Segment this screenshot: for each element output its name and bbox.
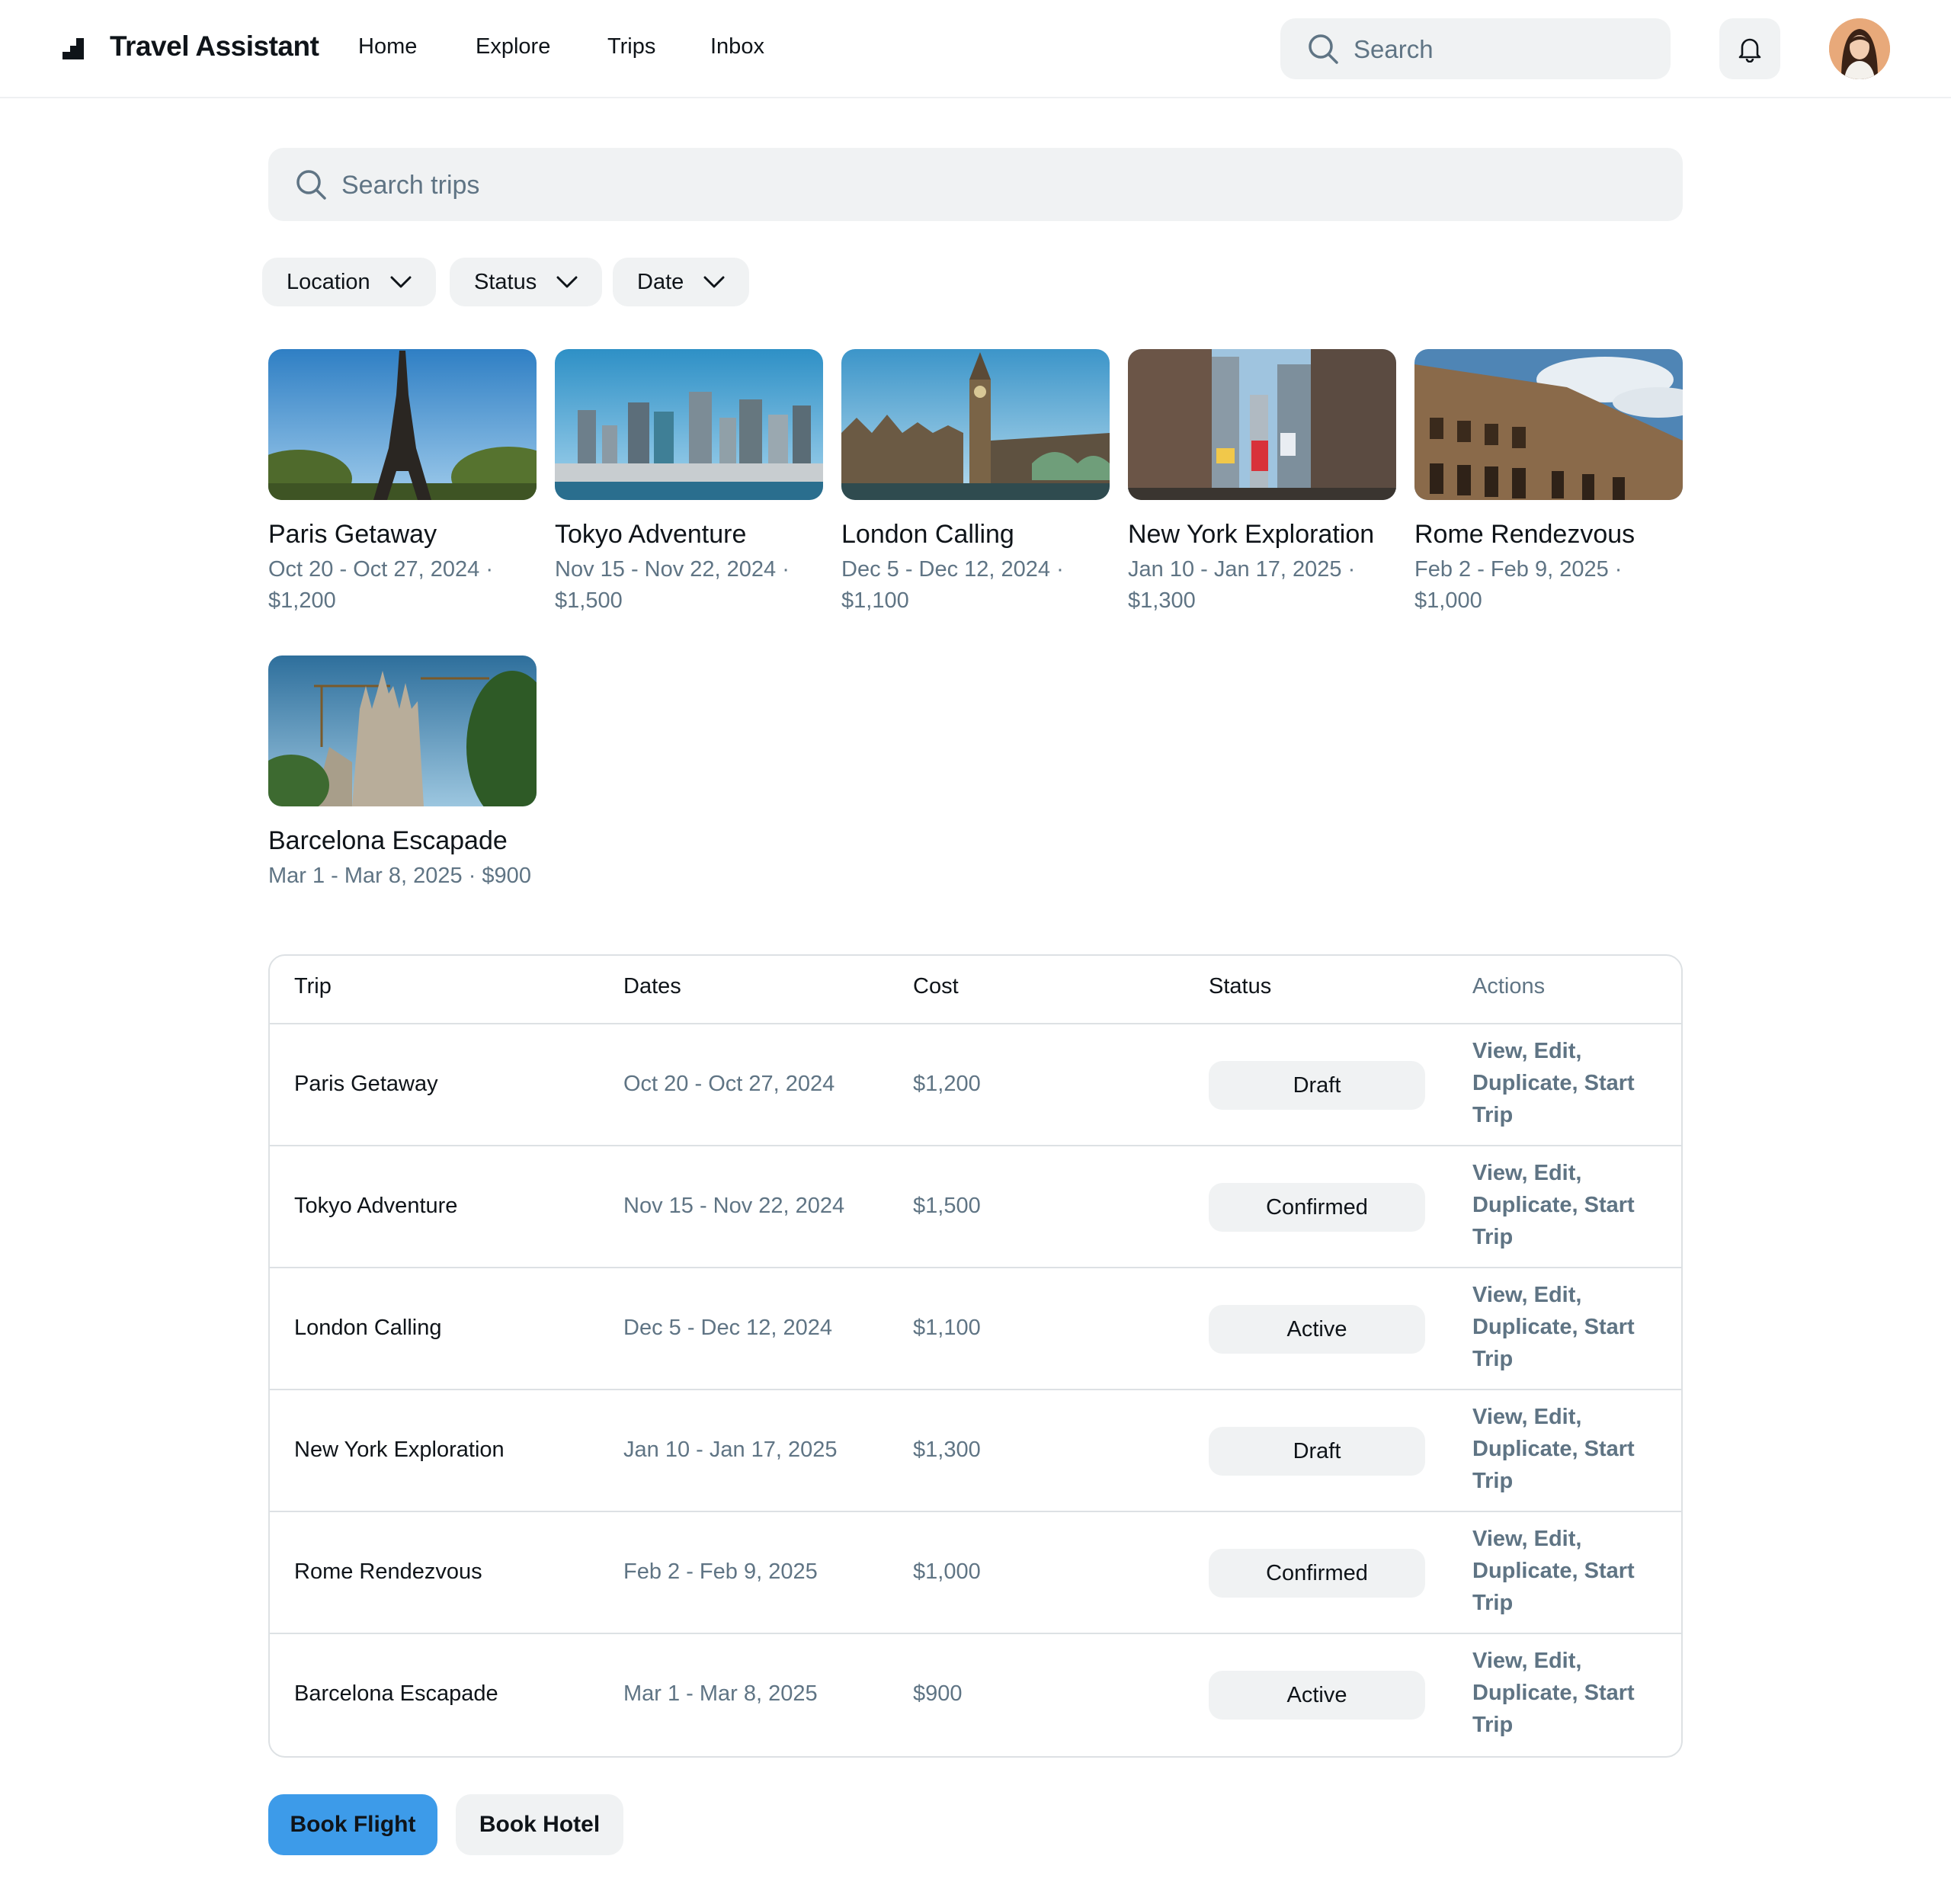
trip-card-meta: Oct 20 - Oct 27, 2024 · $1,200 — [268, 557, 493, 613]
trip-card-london[interactable]: London Calling Dec 5 - Dec 12, 2024 · $1… — [841, 349, 1110, 617]
status-badge: Confirmed — [1209, 1183, 1425, 1232]
trip-card-meta: Feb 2 - Feb 9, 2025 · $1,000 — [1414, 557, 1623, 613]
status-badge: Draft — [1209, 1427, 1425, 1476]
cell-cost: $1,300 — [913, 1438, 981, 1462]
trip-card-title: Paris Getaway — [268, 520, 437, 549]
row-actions-link[interactable]: View, Edit, Duplicate, Start Trip — [1472, 1157, 1655, 1253]
trip-card-paris[interactable]: Paris Getaway Oct 20 - Oct 27, 2024 · $1… — [268, 349, 537, 617]
row-actions-link[interactable]: View, Edit, Duplicate, Start Trip — [1472, 1645, 1655, 1741]
cell-trip: Tokyo Adventure — [294, 1194, 458, 1218]
trip-card-title: Tokyo Adventure — [555, 520, 747, 549]
status-badge: Confirmed — [1209, 1549, 1425, 1598]
trip-image-barcelona — [268, 656, 537, 806]
column-header-trip: Trip — [294, 974, 332, 998]
top-navigation-bar: Travel Assistant Home Explore Trips Inbo… — [0, 0, 1951, 98]
trip-card-meta: Mar 1 - Mar 8, 2025 · $900 — [268, 864, 531, 888]
avatar[interactable] — [1829, 18, 1890, 79]
trip-search-input[interactable]: Search trips — [268, 148, 1683, 221]
cell-dates: Mar 1 - Mar 8, 2025 — [623, 1681, 818, 1706]
table-row[interactable]: Tokyo Adventure Nov 15 - Nov 22, 2024 $1… — [270, 1146, 1681, 1268]
nav-link-explore[interactable]: Explore — [476, 34, 550, 59]
filter-location[interactable]: Location — [262, 258, 436, 306]
column-header-status: Status — [1209, 974, 1272, 998]
nav-link-home[interactable]: Home — [358, 34, 417, 59]
chevron-down-icon — [390, 276, 412, 288]
cell-trip: Barcelona Escapade — [294, 1681, 498, 1706]
trip-card-title: Rome Rendezvous — [1414, 520, 1635, 549]
trip-card-title: Barcelona Escapade — [268, 826, 508, 855]
column-header-actions: Actions — [1472, 974, 1546, 998]
header-search-placeholder: Search — [1354, 35, 1434, 63]
filter-label: Location — [287, 269, 370, 294]
filter-status[interactable]: Status — [450, 258, 603, 306]
nav-link-inbox[interactable]: Inbox — [710, 34, 764, 59]
search-icon — [296, 170, 326, 200]
book-hotel-button[interactable]: Book Hotel — [456, 1794, 623, 1855]
column-header-cost: Cost — [913, 974, 959, 998]
cell-trip: London Calling — [294, 1316, 442, 1340]
trip-card-new-york[interactable]: New York Exploration Jan 10 - Jan 17, 20… — [1128, 349, 1396, 617]
trip-card-meta: Jan 10 - Jan 17, 2025 · $1,300 — [1128, 557, 1356, 613]
cell-dates: Oct 20 - Oct 27, 2024 — [623, 1072, 835, 1096]
cell-dates: Dec 5 - Dec 12, 2024 — [623, 1316, 833, 1340]
cell-dates: Jan 10 - Jan 17, 2025 — [623, 1438, 838, 1462]
chevron-down-icon — [556, 276, 578, 288]
status-badge: Active — [1209, 1305, 1425, 1354]
cell-dates: Feb 2 - Feb 9, 2025 — [623, 1559, 818, 1584]
chevron-down-icon — [703, 276, 725, 288]
trip-card-rome[interactable]: Rome Rendezvous Feb 2 - Feb 9, 2025 · $1… — [1414, 349, 1683, 617]
trip-card-meta: Nov 15 - Nov 22, 2024 · $1,500 — [555, 557, 790, 613]
cell-cost: $900 — [913, 1681, 963, 1706]
trip-image-new-york — [1128, 349, 1396, 500]
notifications-button[interactable] — [1719, 18, 1780, 79]
cell-trip: Paris Getaway — [294, 1072, 438, 1096]
cell-cost: $1,500 — [913, 1194, 981, 1218]
app-title[interactable]: Travel Assistant — [110, 30, 319, 63]
logo-icon[interactable] — [61, 37, 85, 61]
trips-table: Trip Dates Cost Status Actions Paris Get… — [268, 954, 1683, 1758]
table-row[interactable]: Paris Getaway Oct 20 - Oct 27, 2024 $1,2… — [270, 1024, 1681, 1146]
filter-date[interactable]: Date — [613, 258, 750, 306]
table-row[interactable]: Rome Rendezvous Feb 2 - Feb 9, 2025 $1,0… — [270, 1512, 1681, 1634]
table-row[interactable]: New York Exploration Jan 10 - Jan 17, 20… — [270, 1390, 1681, 1512]
status-badge: Draft — [1209, 1061, 1425, 1110]
row-actions-link[interactable]: View, Edit, Duplicate, Start Trip — [1472, 1523, 1655, 1619]
trip-search-placeholder: Search trips — [341, 171, 480, 200]
cell-trip: New York Exploration — [294, 1438, 505, 1462]
cell-cost: $1,000 — [913, 1559, 981, 1584]
table-row[interactable]: London Calling Dec 5 - Dec 12, 2024 $1,1… — [270, 1268, 1681, 1390]
book-flight-button[interactable]: Book Flight — [268, 1794, 437, 1855]
column-header-dates: Dates — [623, 974, 681, 998]
trip-card-meta: Dec 5 - Dec 12, 2024 · $1,100 — [841, 557, 1064, 613]
cell-trip: Rome Rendezvous — [294, 1559, 482, 1584]
table-header-row: Trip Dates Cost Status Actions — [270, 956, 1681, 1024]
row-actions-link[interactable]: View, Edit, Duplicate, Start Trip — [1472, 1401, 1655, 1497]
row-actions-link[interactable]: View, Edit, Duplicate, Start Trip — [1472, 1035, 1655, 1131]
search-icon — [1309, 34, 1338, 64]
trip-image-rome — [1414, 349, 1683, 500]
trip-card-title: London Calling — [841, 520, 1014, 549]
cell-cost: $1,200 — [913, 1072, 981, 1096]
filter-label: Date — [637, 269, 684, 294]
trip-image-london — [841, 349, 1110, 500]
header-search-input[interactable]: Search — [1280, 18, 1671, 79]
cell-cost: $1,100 — [913, 1316, 981, 1340]
table-row[interactable]: Barcelona Escapade Mar 1 - Mar 8, 2025 $… — [270, 1634, 1681, 1756]
trip-image-tokyo — [555, 349, 823, 500]
row-actions-link[interactable]: View, Edit, Duplicate, Start Trip — [1472, 1279, 1655, 1375]
trip-image-paris — [268, 349, 537, 500]
nav-link-trips[interactable]: Trips — [607, 34, 655, 59]
cell-dates: Nov 15 - Nov 22, 2024 — [623, 1194, 845, 1218]
bell-icon — [1738, 38, 1761, 63]
trip-card-tokyo[interactable]: Tokyo Adventure Nov 15 - Nov 22, 2024 · … — [555, 349, 823, 617]
status-badge: Active — [1209, 1671, 1425, 1720]
filter-label: Status — [474, 269, 537, 294]
trip-card-barcelona[interactable]: Barcelona Escapade Mar 1 - Mar 8, 2025 ·… — [268, 656, 537, 892]
trip-card-title: New York Exploration — [1128, 520, 1375, 549]
